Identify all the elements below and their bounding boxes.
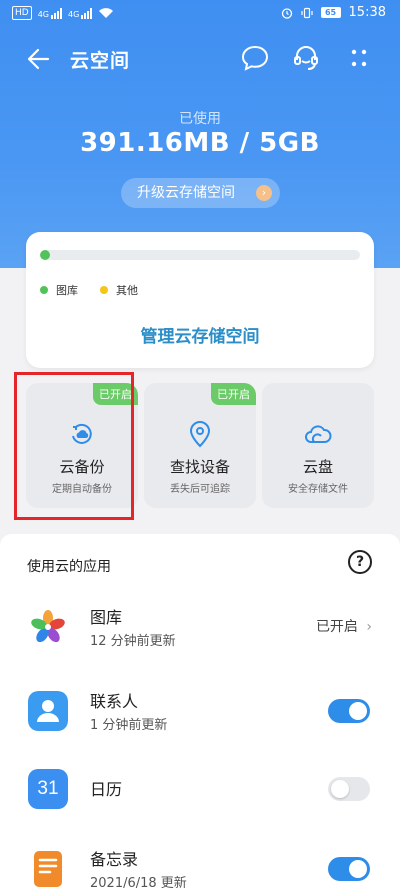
app-row-gallery[interactable]: 图库 12 分钟前更新 已开启 › [0,596,400,656]
notes-sync-toggle[interactable] [328,857,370,881]
message-icon[interactable] [239,42,271,74]
app-name: 联系人 [90,692,139,711]
toggle-knob [349,860,367,878]
status-bar: HD 4G 4G 65 15:38 [0,0,400,28]
legend-item-gallery: 图库 [40,282,78,298]
notes-icon [34,851,62,887]
feature-name: 云盘 [302,458,333,476]
app-status: 已开启 › [315,619,372,635]
upgrade-storage-label: 升级云存储空间 [137,185,235,201]
app-updated: 2021/6/18 更新 [90,876,187,888]
app-name: 图库 [90,608,123,627]
hd-badge: HD [12,6,32,20]
gallery-icon [31,610,65,643]
cloud-apps-section: 使用云的应用 ? 图库 12 分钟前更新 已开启 › 联系人 1 分钟前更新 3… [0,534,400,888]
feature-cloud-drive[interactable]: 云盘 安全存储文件 [262,383,374,508]
feature-name: 查找设备 [169,458,230,476]
app-updated: 12 分钟前更新 [90,634,176,649]
more-icon[interactable] [343,42,375,74]
storage-card: 图库 其他 管理云存储空间 [26,232,374,368]
help-icon[interactable]: ? [348,550,372,574]
contacts-sync-toggle[interactable] [328,699,370,723]
storage-usage-fill [40,250,50,260]
app-row-calendar[interactable]: 31 日历 [0,758,400,818]
upgrade-storage-button[interactable]: 升级云存储空间 › [121,178,280,208]
used-value: 391.16MB / 5GB [80,128,320,158]
customer-service-icon[interactable] [290,42,322,74]
calendar-sync-toggle[interactable] [328,777,370,801]
highlight-box [14,372,134,520]
legend-dot [100,286,108,294]
enabled-badge: 已开启 [211,383,256,405]
contacts-icon [28,691,68,731]
alarm-icon [281,7,292,19]
signal-icon-2: 4G [68,7,93,19]
app-name: 备忘录 [90,850,139,869]
feature-find-device[interactable]: 已开启 查找设备 丢失后可追踪 [144,383,256,508]
signal-icon: 4G [38,7,62,19]
manage-storage-button[interactable]: 管理云存储空间 [26,322,374,347]
vibrate-icon [300,7,313,18]
app-row-notes[interactable]: 备忘录 2021/6/18 更新 [0,838,400,888]
app-bar: 云空间 [0,36,400,82]
chevron-right-icon: › [366,619,372,635]
app-row-contacts[interactable]: 联系人 1 分钟前更新 [0,680,400,740]
section-title: 使用云的应用 [27,559,111,575]
chevron-right-icon: › [256,185,272,201]
used-label: 已使用 [179,111,221,127]
app-updated: 1 分钟前更新 [90,718,168,733]
clock: 15:38 [348,5,386,20]
back-arrow-icon[interactable] [24,44,54,74]
toggle-knob [331,780,349,798]
storage-legend: 图库 其他 [40,282,138,298]
location-pin-icon [189,421,211,448]
legend-item-other: 其他 [100,282,138,298]
calendar-icon: 31 [28,769,68,809]
feature-sub: 丢失后可追踪 [170,484,230,495]
app-name: 日历 [90,780,123,799]
wifi-icon [99,8,114,18]
cloud-icon [305,425,332,443]
battery-icon: 65 [320,7,341,18]
feature-sub: 安全存储文件 [288,484,348,495]
legend-dot [40,286,48,294]
page-title: 云空间 [70,50,131,72]
toggle-knob [349,702,367,720]
storage-usage-bar [40,250,360,260]
